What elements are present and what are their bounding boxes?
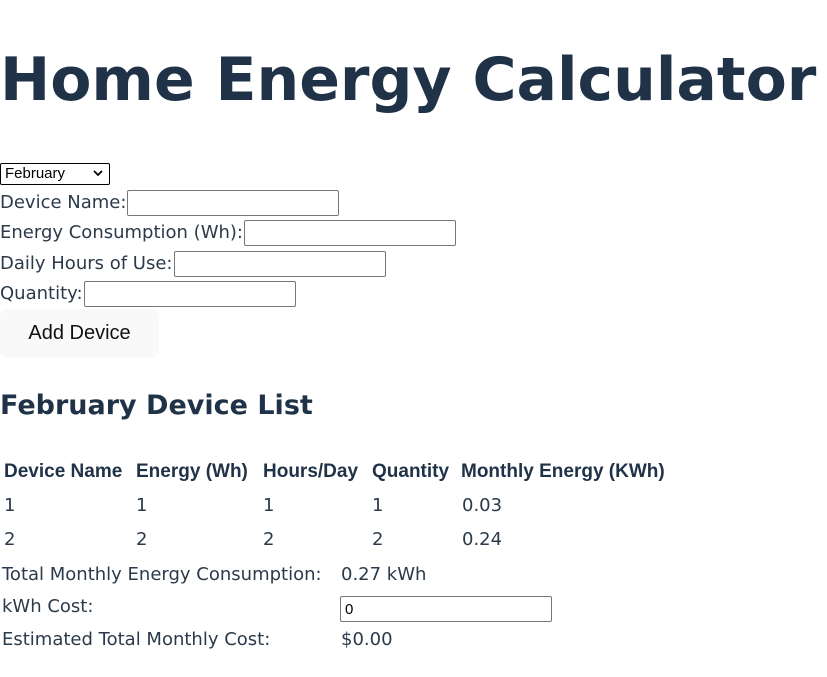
table-cell: 1: [263, 495, 275, 516]
kwh-cost-input[interactable]: [340, 596, 552, 622]
month-select[interactable]: February: [0, 163, 110, 185]
energy-consumption-label: Energy Consumption (Wh):: [0, 222, 243, 243]
table-cell: 2: [136, 529, 148, 550]
table-cell: 0.24: [462, 529, 503, 550]
table-cell: 2: [263, 529, 275, 550]
chevron-down-icon: [93, 170, 103, 177]
quantity-row: Quantity:: [0, 281, 296, 307]
page-title: Home Energy Calculator: [0, 45, 817, 115]
quantity-input[interactable]: [83, 281, 296, 307]
hours-row: Daily Hours of Use:: [0, 251, 386, 277]
device-name-input[interactable]: [127, 190, 340, 216]
column-header-monthly-energy: Monthly Energy (KWh): [461, 461, 665, 482]
daily-hours-label: Daily Hours of Use:: [0, 253, 173, 274]
add-device-button[interactable]: Add Device: [0, 309, 159, 358]
quantity-label: Quantity:: [0, 283, 83, 304]
table-cell: 1: [4, 495, 16, 516]
table-cell: 1: [372, 495, 384, 516]
column-header-device-name: Device Name: [4, 461, 123, 482]
kwh-cost-label: kWh Cost:: [2, 596, 94, 617]
column-header-quantity: Quantity: [372, 461, 450, 482]
device-name-row: Device Name:: [0, 190, 340, 216]
table-cell: 2: [4, 529, 16, 550]
table-cell: 0.03: [462, 495, 503, 516]
table-cell: 2: [372, 529, 384, 550]
total-energy-label: Total Monthly Energy Consumption:: [2, 564, 322, 585]
energy-consumption-input[interactable]: [244, 220, 456, 246]
column-header-hours: Hours/Day: [263, 461, 359, 482]
column-header-energy: Energy (Wh): [136, 461, 248, 482]
device-list-title: February Device List: [0, 390, 313, 421]
estimated-cost-label: Estimated Total Monthly Cost:: [2, 629, 271, 650]
page: Home Energy Calculator February Device N…: [0, 0, 827, 677]
total-energy-value: 0.27 kWh: [341, 564, 427, 585]
month-select-value: February: [5, 165, 66, 182]
estimated-cost-value: $0.00: [341, 629, 393, 650]
daily-hours-input[interactable]: [173, 251, 386, 277]
energy-row: Energy Consumption (Wh):: [0, 220, 456, 246]
table-cell: 1: [136, 495, 148, 516]
device-name-label: Device Name:: [0, 192, 127, 213]
